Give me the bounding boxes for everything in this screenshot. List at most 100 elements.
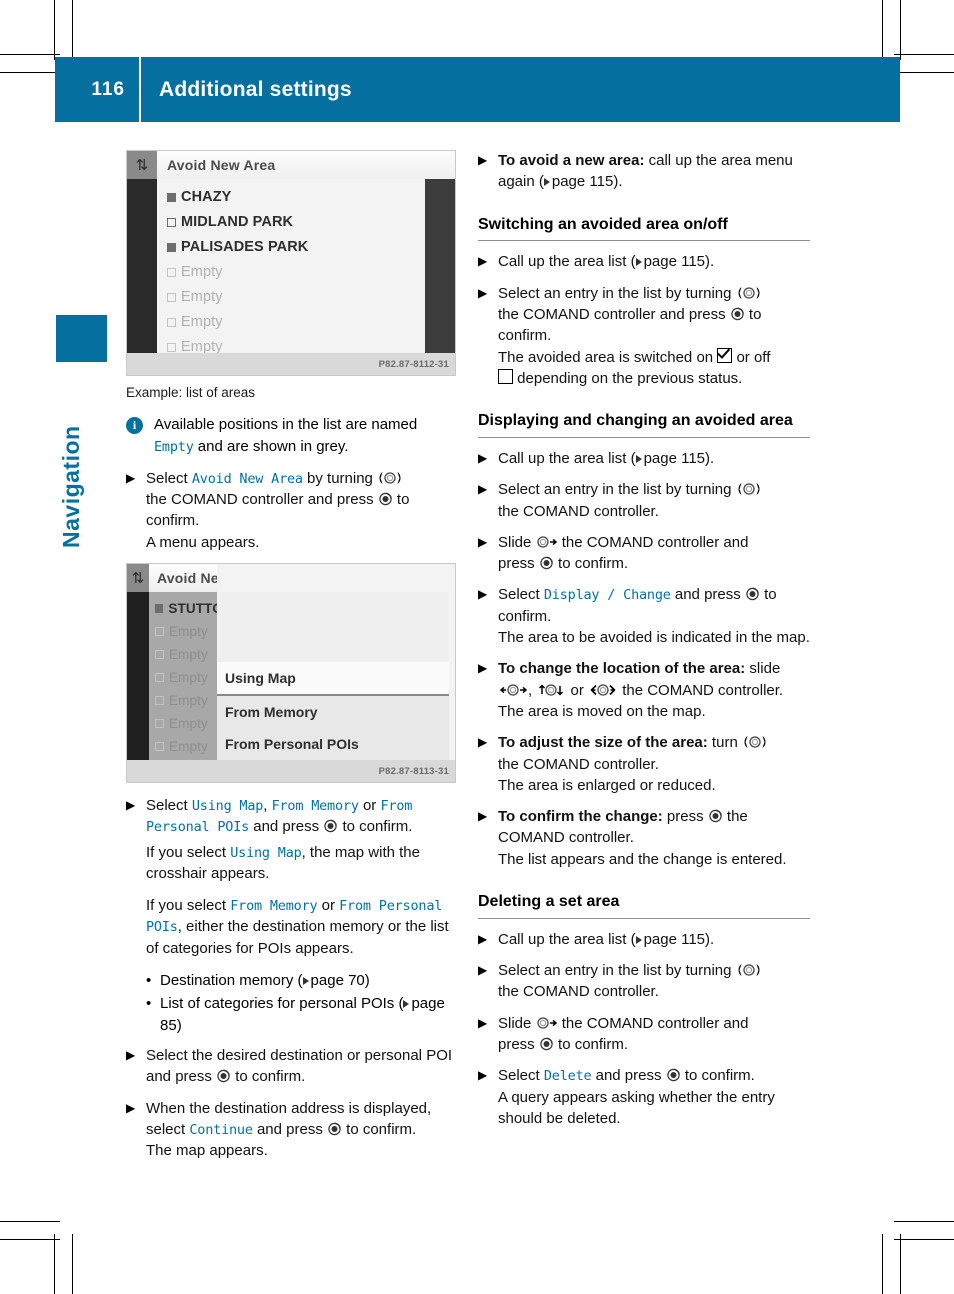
crop-mark-top-right-v1 [882, 0, 883, 60]
result-mid: or off [732, 348, 771, 366]
menu-item-from-personal-pois[interactable]: From Personal POIs [217, 728, 449, 760]
crop-mark-bottom-left-h1 [0, 1221, 60, 1222]
step-avoid-new-area: ▶ To avoid a new area: call up the area … [478, 150, 810, 193]
step-lead: Slide [498, 533, 536, 551]
checkbox-checked-icon [717, 347, 733, 363]
step-line2: the COMAND controller. [498, 502, 659, 520]
mono-from-memory: From Memory [271, 798, 359, 814]
step-line2-end: to [744, 305, 762, 323]
comand-press-icon [730, 307, 745, 321]
step-line2: the COMAND controller and press [146, 491, 378, 509]
area-list-row[interactable]: Empty [155, 735, 223, 758]
area-list-row[interactable]: Empty [155, 689, 223, 712]
comand-press-icon [539, 1037, 554, 1051]
screen-right-bar [425, 179, 455, 353]
area-list-row[interactable]: Empty [167, 310, 425, 335]
step-line2-before: select [146, 1120, 190, 1138]
area-list-label: Empty [181, 264, 223, 281]
section-rule [478, 240, 810, 242]
step-continue: ▶ When the destination address is displa… [126, 1098, 458, 1162]
area-list: STUTTG Empty Empty Empty Empty Empty Emp… [149, 592, 223, 760]
sep2: or [566, 681, 589, 699]
back-arrow-icon[interactable]: ⇅ [127, 564, 149, 592]
step-result: A query appears asking whether the entry… [498, 1088, 775, 1127]
figure-avoid-new-area-menu: ⇅ Avoid Ne STUTTG Empty Empty Empty Empt… [126, 563, 456, 783]
area-list-row[interactable]: Empty [155, 643, 223, 666]
tail: and press [249, 818, 324, 836]
comand-turn-icon [736, 963, 762, 977]
back-arrow-icon[interactable]: ⇅ [127, 151, 157, 179]
step-tail: to [759, 586, 777, 604]
area-list-row[interactable]: STUTTG [155, 597, 223, 620]
area-list-row[interactable]: CHAZY [167, 185, 425, 210]
page-ref-icon [635, 454, 642, 463]
menu-item-from-memory[interactable]: From Memory [217, 696, 449, 728]
section-rule [478, 917, 810, 919]
text: or [317, 897, 340, 915]
step-line2-end: to confirm. [553, 1036, 629, 1053]
step-arrow-icon: ▶ [478, 809, 488, 824]
screen-titlebar-blank [217, 564, 455, 592]
list-marker-icon [167, 193, 176, 202]
tail: ) [176, 1016, 182, 1034]
comand-slide-right-icon [536, 535, 558, 549]
step-arrow-icon: ▶ [478, 450, 488, 465]
note-mono-empty: Empty [154, 438, 194, 455]
mono-using-map: Using Map [230, 844, 302, 861]
step-line2: press [498, 555, 539, 573]
para-if-from-memory: If you select From Memory or From Person… [146, 895, 458, 959]
crop-mark-top-right-h1 [894, 54, 954, 55]
step-arrow-icon: ▶ [478, 254, 488, 269]
step-select-display-change: ▶ Select Display / Change and press to c… [478, 584, 810, 648]
area-list-label: Empty [169, 738, 208, 754]
step-line1: When the destination address is displaye… [146, 1099, 432, 1117]
page-ref-icon [635, 258, 642, 267]
step-arrow-icon: ▶ [478, 153, 488, 167]
area-list-row[interactable]: PALISADES PARK [167, 235, 425, 260]
area-list-row[interactable]: Empty [167, 285, 425, 310]
area-list-row[interactable]: Empty [155, 666, 223, 689]
step-line2: the COMAND controller. [498, 755, 659, 773]
list-marker-icon [155, 742, 164, 751]
figure-avoid-new-area-list: ⇅ Avoid New Area CHAZY MIDLAND PARK PALI… [126, 150, 456, 376]
screen-left-bar [127, 592, 149, 760]
step-text: Call up the area list ( [498, 253, 636, 271]
step-select-source: ▶ Select Using Map, From Memory or From … [126, 795, 458, 838]
page-title: Additional settings [159, 77, 352, 101]
note-text-after: and are shown in grey. [193, 437, 349, 455]
area-list-row[interactable]: Empty [155, 620, 223, 643]
step-text: slide [745, 660, 781, 678]
step-line2-end: to confirm. [553, 555, 629, 573]
step-call-area-list: ▶ Call up the area list (page 115). [478, 929, 810, 950]
step-result: A menu appears. [146, 533, 260, 551]
step-result: The list appears and the change is enter… [498, 850, 787, 868]
section-rule [478, 436, 810, 438]
step-line2-after: and press [252, 1120, 327, 1138]
area-list-label: Empty [169, 623, 208, 639]
area-list-row[interactable]: Empty [167, 260, 425, 285]
area-list-row[interactable]: Empty [155, 712, 223, 735]
menu-item-using-map[interactable]: Using Map [217, 662, 449, 696]
step-arrow-icon: ▶ [126, 798, 136, 812]
screen-title: Avoid Ne [157, 570, 219, 586]
figure-caption: Example: list of areas [126, 385, 256, 400]
list-marker-icon [155, 650, 164, 659]
mono-using-map: Using Map [191, 798, 264, 814]
area-list: CHAZY MIDLAND PARK PALISADES PARK Empty … [157, 179, 425, 354]
step-line3: confirm. [498, 327, 552, 345]
step-line2: the COMAND controller and press [498, 305, 730, 323]
step-select-entry-confirm: ▶ Select an entry in the list by turning… [478, 283, 810, 389]
comand-slide-vertical-icon [536, 683, 566, 697]
page-number: 116 [91, 78, 125, 100]
tail: ). [613, 173, 623, 191]
list-marker-icon [155, 604, 164, 613]
screen-left-bar [127, 179, 157, 353]
area-list-row[interactable]: MIDLAND PARK [167, 210, 425, 235]
crop-mark-bottom-left-v2 [72, 1234, 73, 1294]
para-if-using-map: If you select Using Map, the map with th… [146, 842, 458, 885]
step-confirm-change: ▶ To confirm the change: press the COMAN… [478, 806, 810, 870]
step-mid: the COMAND controller and [557, 533, 749, 551]
list-marker-icon [167, 318, 176, 327]
area-list-label: Empty [169, 646, 208, 662]
step-lead: Select an entry in the list by turning [498, 481, 736, 499]
